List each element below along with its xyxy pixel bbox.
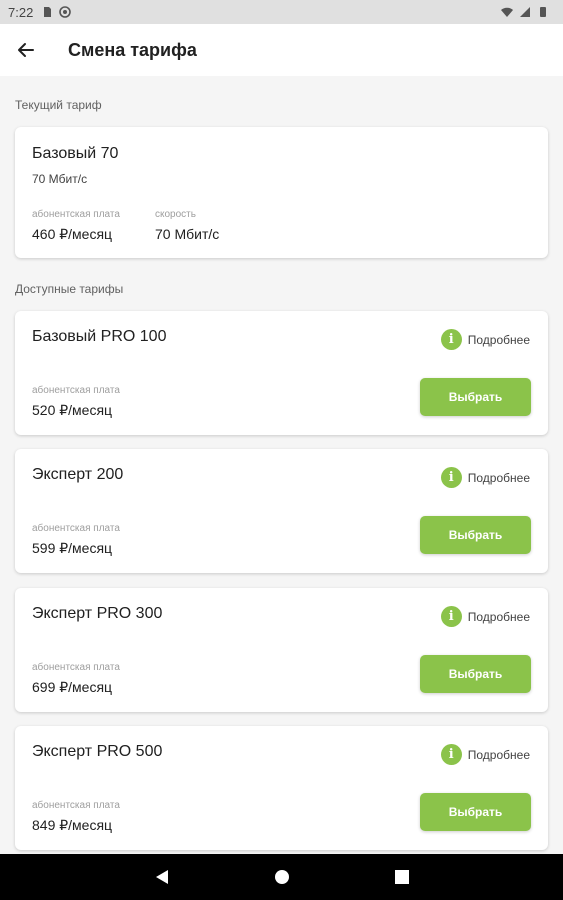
current-tariff-speed: 70 Мбит/с (32, 172, 88, 186)
details-link[interactable]: i Подробнее (440, 606, 530, 627)
choose-button[interactable]: Выбрать (420, 378, 531, 416)
fee-caption: абонентская плата (32, 523, 120, 534)
nav-home-button[interactable] (222, 869, 342, 885)
plan-card: Эксперт 200 i Подробнее абонентская плат… (15, 449, 548, 573)
plan-name: Базовый PRO 100 (32, 328, 167, 345)
info-icon: i (440, 329, 462, 350)
plan-card: Эксперт PRO 500 i Подробнее абонентская … (15, 726, 548, 850)
details-link[interactable]: i Подробнее (440, 744, 530, 765)
current-tariff-label: Текущий тариф (15, 98, 102, 112)
sd-card-icon (44, 7, 52, 17)
fee-caption: абонентская плата (32, 800, 120, 811)
choose-button[interactable]: Выбрать (420, 655, 531, 693)
info-icon: i (440, 744, 462, 765)
square-recents-icon (394, 870, 409, 884)
arrow-back-icon (18, 43, 34, 57)
page-title: Смена тарифа (68, 39, 197, 60)
battery-icon (540, 7, 546, 17)
sync-icon (59, 6, 72, 18)
current-speed-block: скорость 70 Мбит/с (155, 209, 219, 242)
nav-recents-button[interactable] (342, 870, 462, 884)
back-button[interactable] (0, 24, 52, 76)
choose-button[interactable]: Выбрать (420, 793, 531, 831)
plan-price: 599 ₽/месяц (32, 540, 113, 556)
fee-value: 460 ₽/месяц (32, 226, 113, 242)
circle-home-icon (274, 870, 289, 884)
choose-button[interactable]: Выбрать (420, 516, 531, 554)
available-tariffs-label: Доступные тарифы (15, 282, 124, 296)
system-nav-bar (0, 854, 563, 900)
signal-icon (520, 7, 530, 17)
plan-price: 699 ₽/месяц (32, 679, 113, 695)
plan-price: 520 ₽/месяц (32, 402, 113, 418)
info-icon: i (440, 467, 462, 488)
plan-name: Эксперт 200 (32, 466, 124, 483)
fee-caption: абонентская плата (32, 209, 120, 220)
status-bar: 7:22 (0, 0, 563, 24)
details-label: Подробнее (467, 470, 530, 485)
details-label: Подробнее (467, 332, 530, 347)
status-time: 7:22 (8, 4, 34, 20)
details-link[interactable]: i Подробнее (440, 467, 530, 488)
current-fee-block: абонентская плата 460 ₽/месяц (32, 209, 120, 243)
details-label: Подробнее (467, 747, 530, 762)
details-label: Подробнее (467, 609, 530, 624)
fee-caption: абонентская плата (32, 662, 120, 673)
info-icon: i (440, 606, 462, 627)
plan-price: 849 ₽/месяц (32, 817, 113, 833)
current-tariff-name: Базовый 70 (32, 145, 119, 162)
speed-value: 70 Мбит/с (155, 226, 220, 242)
details-link[interactable]: i Подробнее (440, 329, 530, 350)
plan-name: Эксперт PRO 500 (32, 743, 163, 760)
plan-card: Эксперт PRO 300 i Подробнее абонентская … (15, 588, 548, 712)
wifi-icon (501, 7, 513, 17)
triangle-back-icon (155, 870, 168, 884)
speed-caption: скорость (155, 209, 196, 220)
app-bar: Смена тарифа (0, 24, 563, 76)
plan-card: Базовый PRO 100 i Подробнее абонентская … (15, 311, 548, 435)
nav-back-button[interactable] (102, 869, 222, 885)
current-tariff-card: Базовый 70 70 Мбит/с абонентская плата 4… (15, 127, 548, 258)
fee-caption: абонентская плата (32, 385, 120, 396)
plan-name: Эксперт PRO 300 (32, 605, 163, 622)
status-right (501, 6, 555, 18)
